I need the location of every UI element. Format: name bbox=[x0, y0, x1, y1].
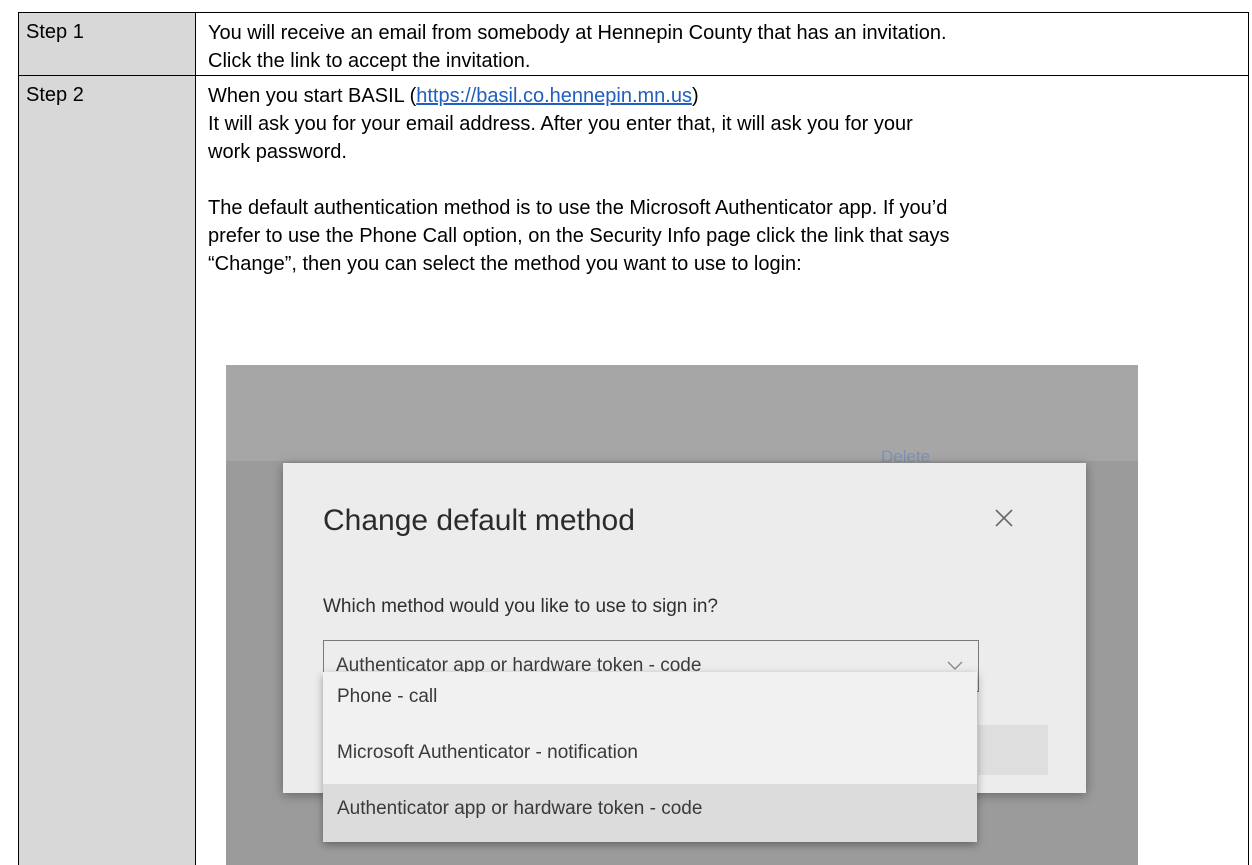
step-2-line-4: prefer to use the Phone Call option, on … bbox=[208, 225, 950, 247]
method-question: Which method would you like to use to si… bbox=[323, 596, 718, 617]
close-icon[interactable] bbox=[991, 505, 1017, 531]
embedded-screenshot: Delete Change default method Which metho… bbox=[226, 365, 1138, 865]
step-content: You will receive an email from somebody … bbox=[195, 12, 1249, 76]
step-label: Step 1 bbox=[18, 12, 196, 76]
method-options-list: Phone - call Microsoft Authenticator - n… bbox=[323, 672, 977, 842]
option-authenticator-notification[interactable]: Microsoft Authenticator - notification bbox=[323, 728, 977, 784]
step-1-line-1: You will receive an email from somebody … bbox=[208, 22, 947, 44]
step-1-line-2: Click the link to accept the invitation. bbox=[208, 50, 531, 72]
step-2-line-1: It will ask you for your email address. … bbox=[208, 113, 913, 135]
step-2-line-5: “Change”, then you can select the method… bbox=[208, 253, 802, 275]
intro-prefix: When you start BASIL ( bbox=[208, 85, 417, 107]
table-row-step-1: Step 1 You will receive an email from so… bbox=[18, 12, 1249, 76]
step-2-line-3: The default authentication method is to … bbox=[208, 197, 948, 219]
step-2-line-2: work password. bbox=[208, 141, 347, 163]
option-authenticator-code[interactable]: Authenticator app or hardware token - co… bbox=[323, 784, 977, 842]
step-content: When you start BASIL (https://basil.co.h… bbox=[195, 76, 1249, 865]
dialog-title: Change default method bbox=[323, 504, 635, 537]
chevron-down-icon bbox=[947, 661, 963, 670]
confirm-button-obscured bbox=[978, 725, 1048, 775]
screenshot-backdrop bbox=[226, 365, 1138, 461]
step-2-intro: When you start BASIL (https://basil.co.h… bbox=[208, 82, 1248, 110]
option-phone-call[interactable]: Phone - call bbox=[323, 672, 977, 728]
step-label: Step 2 bbox=[18, 76, 196, 865]
table-row-step-2: Step 2 When you start BASIL (https://bas… bbox=[18, 76, 1249, 865]
intro-suffix: ) bbox=[691, 85, 699, 107]
basil-link[interactable]: https://basil.co.hennepin.mn.us bbox=[416, 85, 692, 107]
instruction-table: Step 1 You will receive an email from so… bbox=[18, 12, 1249, 865]
